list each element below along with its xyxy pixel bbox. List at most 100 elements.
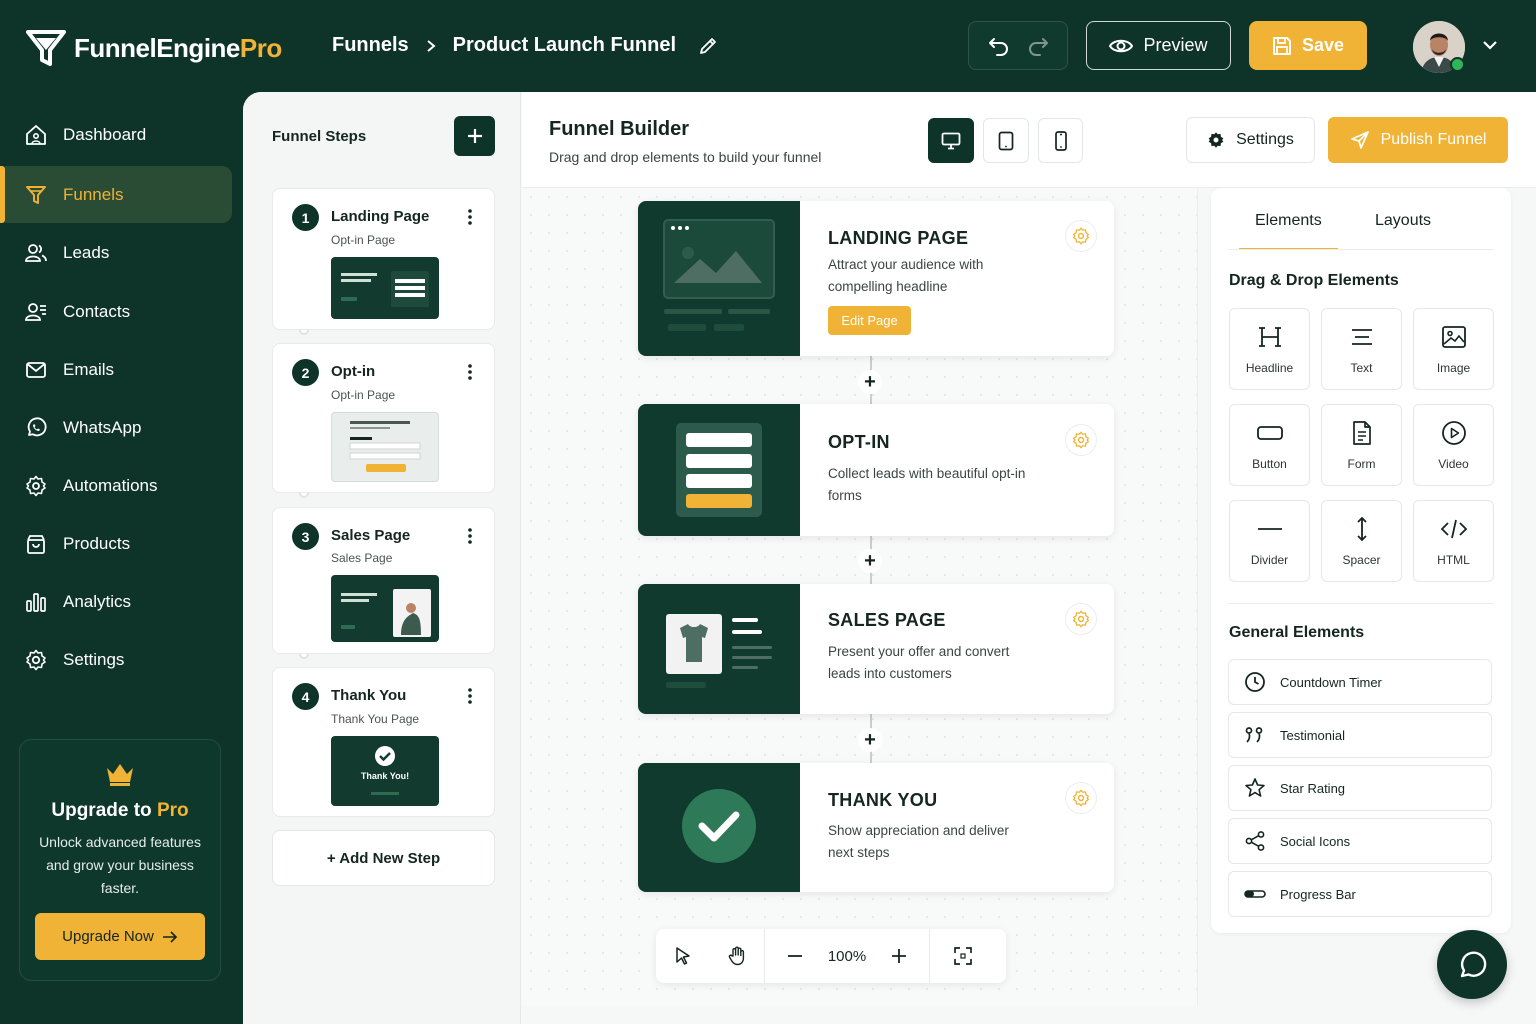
- tab-layouts[interactable]: Layouts: [1375, 212, 1431, 230]
- element-label: Star Rating: [1280, 780, 1346, 796]
- desktop-view-button[interactable]: [928, 118, 974, 163]
- funnel-card-thank-you[interactable]: THANK YOU Show appreciation and deliver …: [638, 763, 1114, 892]
- funnel-card-landing-page[interactable]: LANDING PAGE Attract your audience with …: [638, 201, 1114, 356]
- chevron-down-icon[interactable]: [1482, 39, 1498, 51]
- tab-elements[interactable]: Elements: [1255, 212, 1322, 230]
- sidebar-item-dashboard[interactable]: Dashboard: [5, 106, 232, 163]
- element-html[interactable]: HTML: [1413, 500, 1494, 582]
- element-star-rating[interactable]: Star Rating: [1228, 765, 1492, 811]
- element-video[interactable]: Video: [1413, 404, 1494, 486]
- sidebar-item-funnels[interactable]: Funnels: [0, 166, 232, 223]
- landing-page-illustration: [638, 201, 800, 356]
- upgrade-now-label: Upgrade Now: [62, 928, 154, 945]
- sidebar-item-emails[interactable]: Emails: [5, 341, 232, 398]
- funnel-steps-title: Funnel Steps: [272, 128, 367, 145]
- element-form[interactable]: Form: [1321, 404, 1402, 486]
- sidebar-item-settings[interactable]: Settings: [5, 631, 232, 688]
- element-label: Image: [1436, 361, 1471, 375]
- funnel-card-sales-page[interactable]: SALES PAGE Present your offer and conver…: [638, 584, 1114, 714]
- more-vertical-icon[interactable]: [468, 364, 472, 380]
- zoom-in-button[interactable]: [869, 929, 929, 983]
- step-card-landing-page[interactable]: 1 Landing Page Opt-in Page: [272, 188, 495, 330]
- mobile-view-button[interactable]: [1038, 118, 1083, 163]
- sidebar-item-analytics[interactable]: Analytics: [5, 573, 232, 630]
- gear-icon: [1072, 227, 1090, 245]
- element-headline[interactable]: Headline: [1229, 308, 1310, 390]
- element-label: Countdown Timer: [1280, 674, 1382, 690]
- pan-tool-button[interactable]: [710, 929, 764, 983]
- element-button[interactable]: Button: [1229, 404, 1310, 486]
- funnel-card-description: Attract your audience with compelling he…: [828, 257, 984, 294]
- sidebar-item-label: WhatsApp: [63, 417, 142, 437]
- element-text[interactable]: Text: [1321, 308, 1402, 390]
- brand-logo[interactable]: FunnelEnginePro: [26, 28, 282, 68]
- step-card-thank-you[interactable]: 4 Thank You Thank You Page Thank You!: [272, 667, 495, 817]
- more-vertical-icon[interactable]: [468, 528, 472, 544]
- upgrade-card: Upgrade to Pro Unlock advanced features …: [19, 739, 221, 981]
- tablet-view-button[interactable]: [983, 118, 1029, 163]
- step-number: 1: [292, 204, 319, 231]
- element-image[interactable]: Image: [1413, 308, 1494, 390]
- publish-funnel-button[interactable]: Publish Funnel: [1328, 117, 1508, 163]
- pencil-icon[interactable]: [698, 36, 718, 56]
- settings-button[interactable]: Settings: [1186, 117, 1315, 163]
- upgrade-title: Upgrade to Pro: [51, 800, 189, 821]
- element-label: HTML: [1437, 553, 1470, 567]
- element-social-icons[interactable]: Social Icons: [1228, 818, 1492, 864]
- add-step-button[interactable]: [454, 116, 495, 156]
- step-subtitle: Opt-in Page: [331, 388, 396, 402]
- eye-icon: [1109, 39, 1134, 52]
- element-testimonial[interactable]: Testimonial: [1228, 712, 1492, 758]
- card-settings-button[interactable]: [1065, 603, 1097, 635]
- sidebar-item-contacts[interactable]: Contacts: [5, 283, 232, 340]
- zoom-level: 100%: [827, 947, 867, 965]
- element-divider[interactable]: Divider: [1229, 500, 1310, 582]
- sidebar-item-whatsapp[interactable]: WhatsApp: [5, 399, 232, 456]
- play-circle-icon: [1442, 421, 1466, 445]
- sales-page-illustration: [638, 584, 800, 714]
- element-progress-bar[interactable]: Progress Bar: [1228, 871, 1492, 917]
- step-subtitle: Thank You Page: [331, 712, 420, 726]
- zoom-out-button[interactable]: [765, 929, 825, 983]
- upgrade-now-button[interactable]: Upgrade Now: [35, 913, 205, 960]
- chat-support-button[interactable]: [1437, 930, 1507, 999]
- tabs-divider: [1228, 249, 1494, 250]
- funnel-card-opt-in[interactable]: OPT-IN Collect leads with beautiful opt-…: [638, 404, 1114, 536]
- top-bar: FunnelEnginePro Funnels Product Launch F…: [0, 0, 1536, 92]
- more-vertical-icon[interactable]: [468, 209, 472, 225]
- sidebar-item-label: Emails: [63, 359, 115, 379]
- sidebar-item-automations[interactable]: Automations: [5, 457, 232, 514]
- more-vertical-icon[interactable]: [468, 688, 472, 704]
- breadcrumb: Funnels Product Launch Funnel: [332, 34, 718, 57]
- element-countdown-timer[interactable]: Countdown Timer: [1228, 659, 1492, 705]
- element-spacer[interactable]: Spacer: [1321, 500, 1402, 582]
- insert-step-button[interactable]: +: [858, 370, 882, 394]
- insert-step-button[interactable]: +: [858, 549, 882, 573]
- hand-icon: [728, 946, 745, 966]
- insert-step-button[interactable]: +: [858, 728, 882, 752]
- undo-icon[interactable]: [988, 35, 1010, 57]
- fullscreen-icon: [954, 947, 972, 965]
- select-tool-button[interactable]: [656, 929, 710, 983]
- sidebar-item-products[interactable]: Products: [5, 515, 232, 572]
- settings-label: Settings: [1236, 131, 1294, 148]
- save-button[interactable]: Save: [1249, 21, 1367, 70]
- share-icon: [1245, 831, 1265, 851]
- edit-page-button[interactable]: Edit Page: [828, 306, 911, 335]
- sidebar-item-leads[interactable]: Leads: [5, 224, 232, 281]
- gear-icon: [1072, 431, 1090, 449]
- breadcrumb-root[interactable]: Funnels: [332, 34, 409, 57]
- edit-page-label: Edit Page: [841, 313, 898, 328]
- card-settings-button[interactable]: [1065, 782, 1097, 814]
- step-number: 4: [292, 683, 319, 710]
- fit-screen-button[interactable]: [930, 929, 996, 983]
- element-label: Spacer: [1342, 553, 1381, 567]
- add-new-step-button[interactable]: + Add New Step: [272, 830, 495, 886]
- card-settings-button[interactable]: [1065, 220, 1097, 252]
- preview-button[interactable]: Preview: [1086, 21, 1231, 70]
- card-settings-button[interactable]: [1065, 424, 1097, 456]
- step-card-sales-page[interactable]: 3 Sales Page Sales Page: [272, 507, 495, 654]
- redo-icon[interactable]: [1027, 35, 1049, 57]
- step-card-opt-in[interactable]: 2 Opt-in Opt-in Page: [272, 343, 495, 493]
- add-new-step-label: + Add New Step: [326, 849, 441, 867]
